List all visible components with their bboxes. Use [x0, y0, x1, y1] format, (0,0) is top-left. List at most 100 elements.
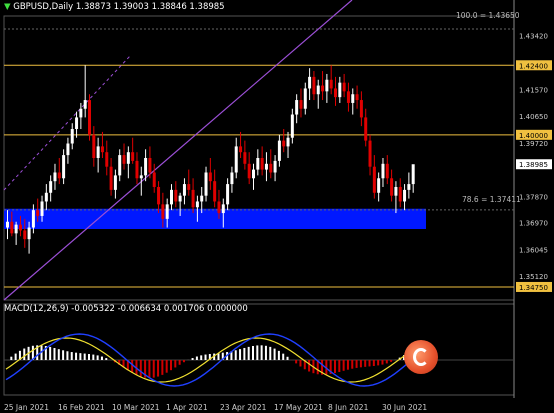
macd-histogram-bar [338, 360, 341, 372]
candle-body [174, 189, 178, 202]
candle-body [299, 100, 303, 109]
candle-body [79, 108, 83, 118]
logo-icon [404, 340, 438, 374]
candle-body [191, 189, 195, 208]
macd-histogram-bar [174, 360, 177, 368]
macd-histogram-bar [351, 360, 354, 369]
candle-body [403, 189, 407, 202]
macd-histogram-bar [152, 360, 155, 378]
macd-histogram-bar [295, 360, 298, 364]
candle-body [385, 163, 389, 179]
candle-body [92, 134, 96, 158]
price-tick-label: 1.39720 [519, 140, 548, 148]
macd-histogram-bar [139, 360, 142, 377]
candle-body [334, 88, 337, 98]
candle-body [329, 79, 333, 89]
candle-body [213, 181, 217, 202]
macd-histogram-bar [239, 349, 242, 360]
price-tick-label: 1.36970 [519, 220, 548, 228]
macd-histogram-bar [390, 360, 393, 362]
candle-body [161, 204, 165, 219]
macd-histogram-bar [204, 354, 207, 360]
candle-body [316, 85, 320, 95]
price-tick-label: 1.41570 [519, 86, 548, 94]
candle-body [312, 76, 316, 95]
date-label: 1 Apr 2021 [166, 403, 208, 412]
fib-label-78: 78.6 = 1.37411 [462, 195, 521, 204]
macd-histogram-bar [131, 360, 134, 373]
macd-histogram-bar [355, 360, 358, 368]
candle-body [31, 210, 35, 228]
candle-body [269, 163, 273, 173]
macd-histogram-bar [14, 353, 17, 360]
candle-body [351, 94, 355, 103]
macd-histogram-bar [182, 360, 185, 363]
macd-histogram-bar [161, 360, 164, 375]
ohlc-values: 1.38873 1.39003 1.38846 1.38985 [75, 2, 225, 12]
macd-histogram-bar [70, 352, 73, 360]
macd-histogram-bar [191, 358, 194, 360]
candle-body [178, 195, 182, 202]
candle-body [170, 189, 173, 205]
candle-body [282, 140, 286, 147]
candle-body [144, 158, 148, 176]
price-tag-label: 1.38985 [519, 161, 548, 169]
candle-body [53, 172, 57, 182]
macd-histogram-bar [308, 360, 311, 372]
candle-body [148, 158, 152, 173]
candle-body [66, 143, 70, 156]
candle-body [62, 155, 66, 179]
candle-body [277, 140, 281, 161]
date-label: 10 Mar 2021 [112, 403, 160, 412]
candle-body [390, 178, 394, 196]
macd-histogram-bar [299, 360, 302, 367]
candle-body [109, 166, 113, 190]
candle-body [126, 152, 130, 164]
candle-body [260, 158, 264, 170]
candle-body [247, 163, 251, 179]
candle-body [195, 201, 199, 208]
candle-body [407, 184, 411, 190]
candle-body [152, 172, 156, 187]
candle-body [113, 175, 117, 190]
macd-histogram-bar [286, 356, 289, 360]
macd-histogram-bar [260, 345, 263, 360]
candle-body [122, 155, 126, 164]
candle-body [286, 137, 290, 147]
macd-histogram-bar [178, 360, 181, 365]
candle-body [131, 152, 135, 161]
symbol-icon: ▼ [4, 2, 11, 12]
candle-body [83, 100, 87, 109]
candle-body [377, 178, 381, 193]
candle-body [381, 163, 385, 179]
watermark-logo [396, 338, 546, 396]
candle-body [372, 166, 376, 193]
macd-histogram-bar [57, 349, 60, 360]
macd-histogram-bar [269, 346, 272, 360]
macd-histogram-bar [364, 360, 367, 367]
candle-body [157, 186, 161, 205]
macd-histogram-bar [256, 345, 259, 360]
candle-body [398, 186, 402, 202]
candle-body [96, 146, 100, 158]
macd-histogram-bar [165, 360, 168, 373]
candle-body [200, 195, 204, 202]
candle-body [204, 172, 208, 196]
macd-histogram-bar [200, 355, 203, 360]
candle-body [135, 160, 139, 179]
macd-histogram-bar [53, 348, 56, 360]
candle-body [23, 230, 27, 240]
candle-body [342, 82, 346, 92]
date-label: 17 May 2021 [274, 403, 323, 412]
symbol-header: ▼ GBPUSD,Daily 1.38873 1.39003 1.38846 1… [4, 2, 225, 12]
price-tick-label: 1.35120 [519, 273, 548, 281]
date-label: 16 Feb 2021 [58, 403, 105, 412]
price-tick-label: 1.36045 [519, 247, 548, 255]
date-label: 8 Jun 2021 [328, 403, 369, 412]
macd-histogram-bar [372, 360, 375, 366]
candle-body [75, 117, 79, 130]
macd-histogram-bar [75, 352, 78, 360]
macd-histogram-bar [252, 345, 254, 360]
candle-body [346, 91, 350, 103]
macd-histogram-bar [157, 360, 160, 377]
